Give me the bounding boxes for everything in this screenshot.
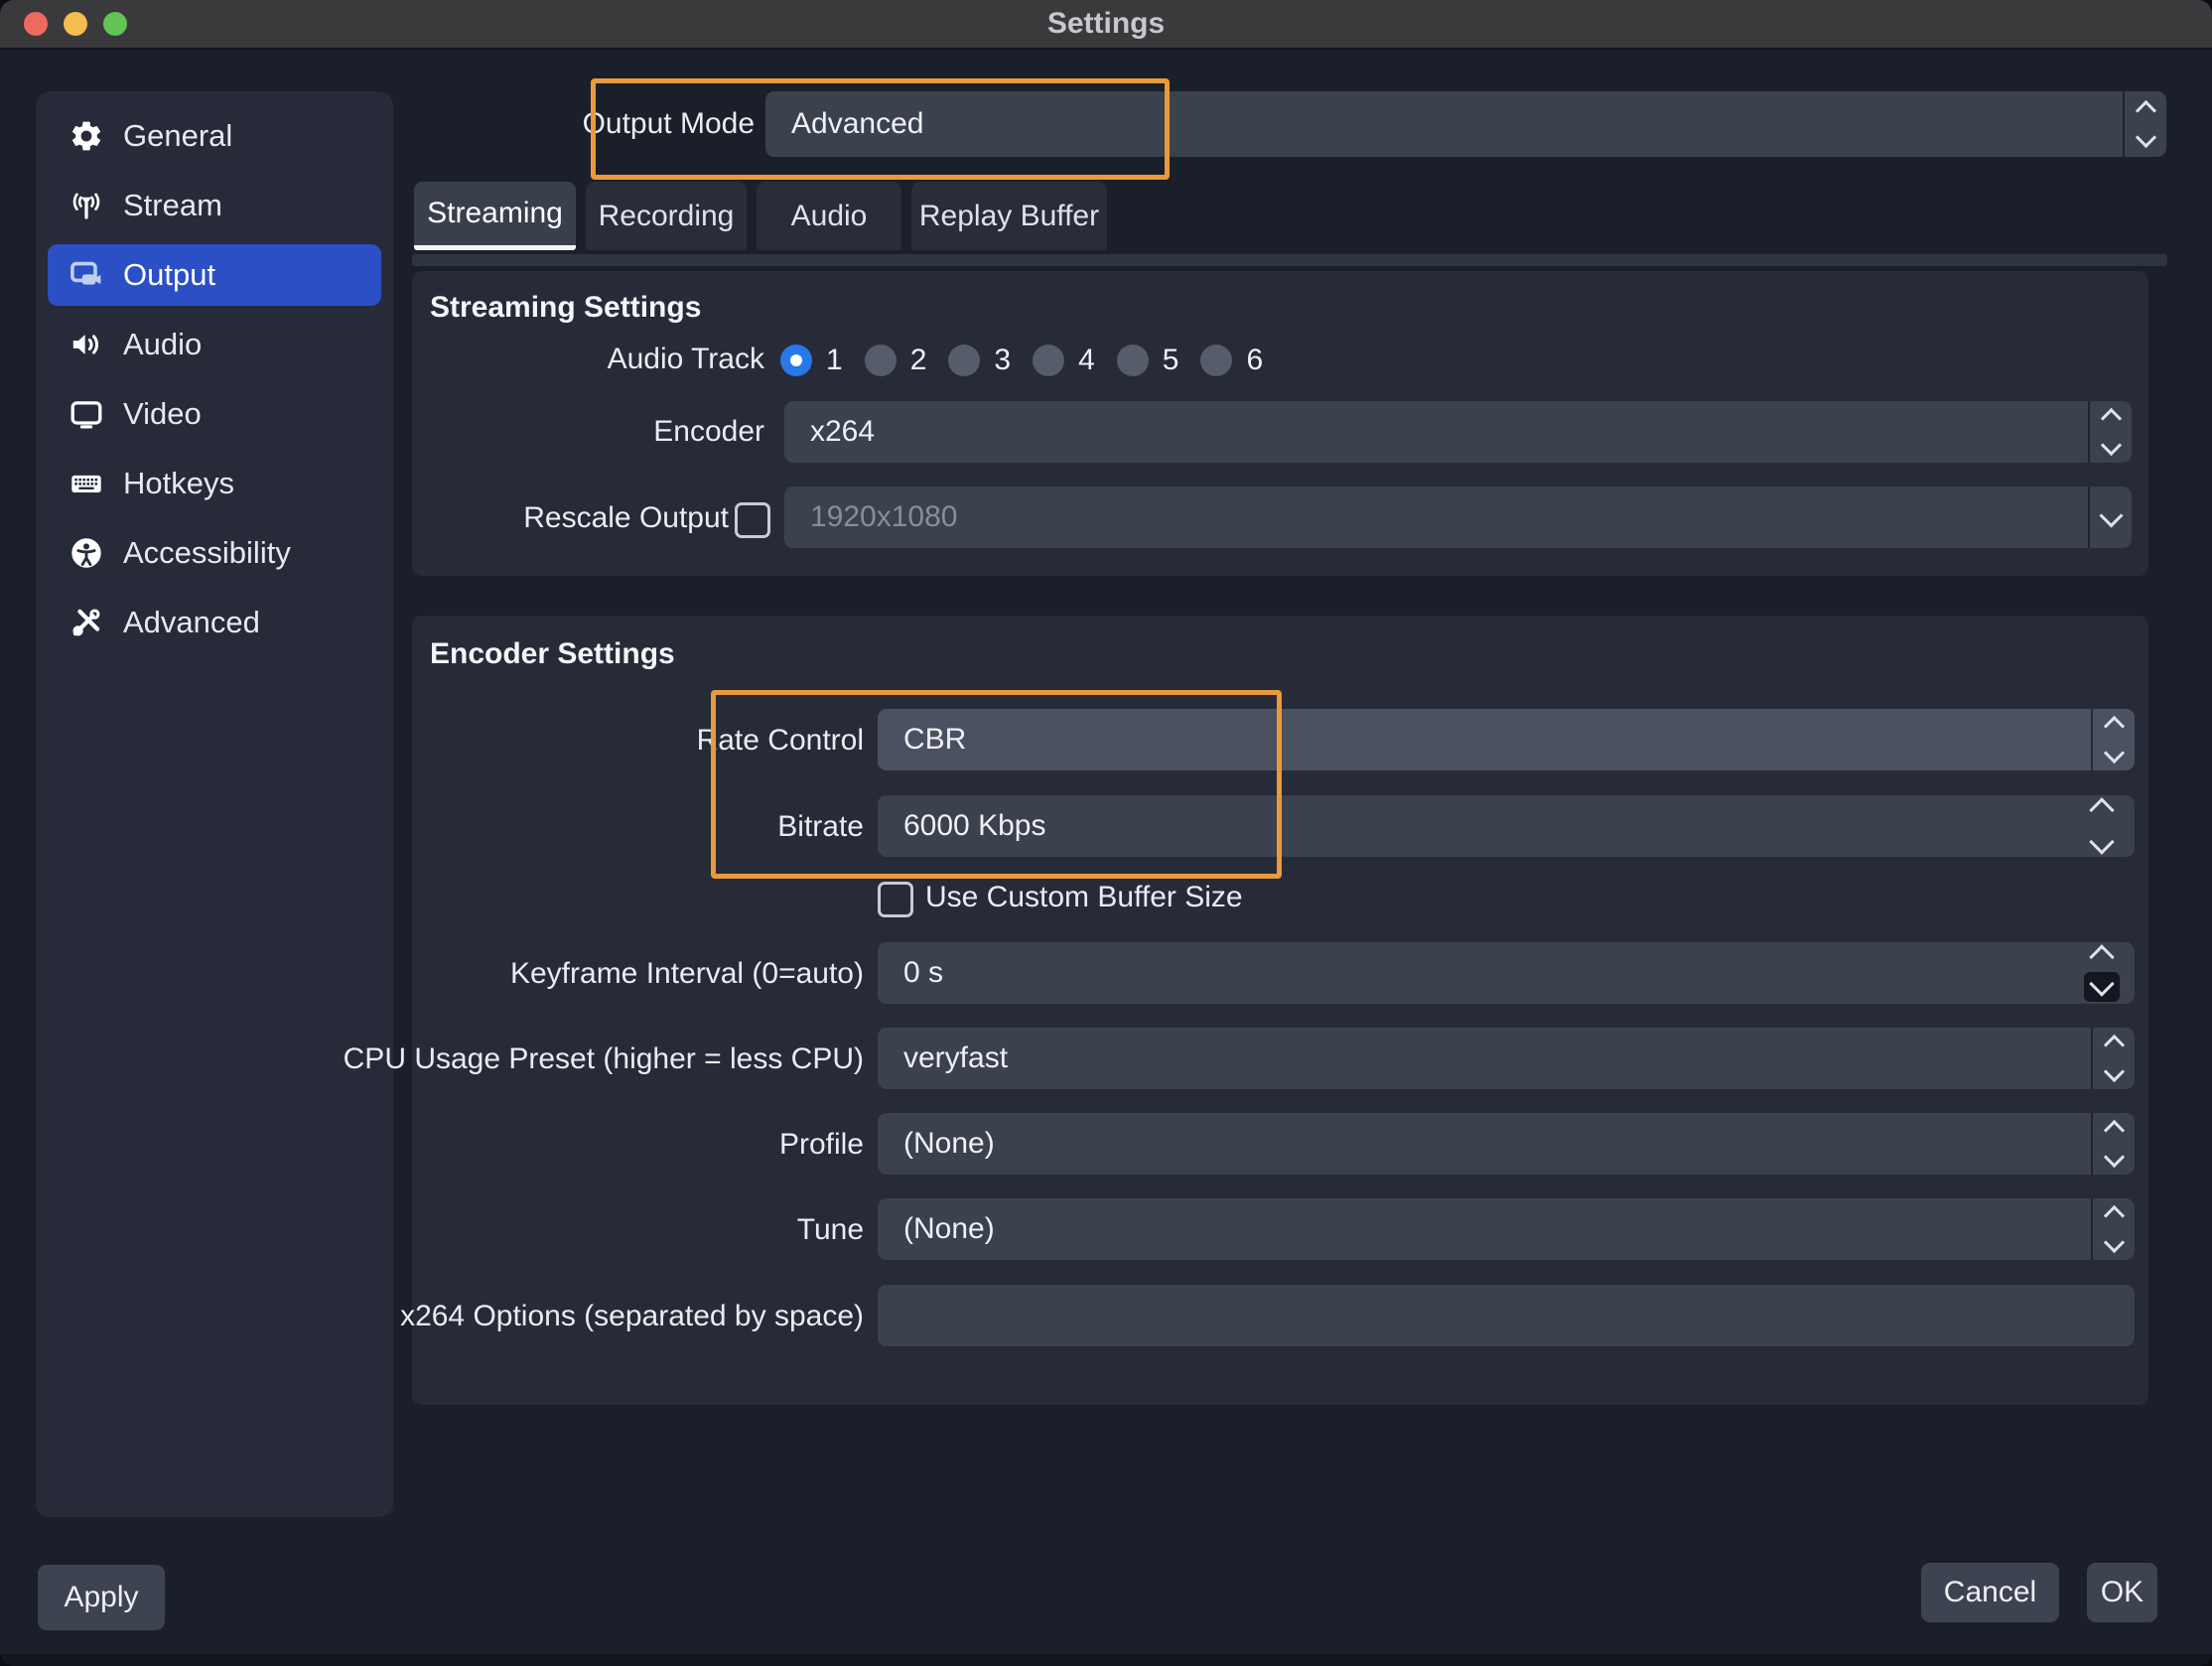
- profile-label: Profile: [298, 1127, 864, 1163]
- sidebar-item-video[interactable]: Video: [48, 383, 381, 445]
- use-custom-buffer-size-label: Use Custom Buffer Size: [925, 880, 1521, 915]
- chevron-updown-icon: [2088, 401, 2132, 463]
- bitrate-spinner[interactable]: 6000 Kbps: [878, 795, 2135, 857]
- rate-control-select[interactable]: CBR: [878, 709, 2135, 770]
- sidebar-item-label: Stream: [123, 188, 222, 223]
- sidebar-item-audio[interactable]: Audio: [48, 314, 381, 375]
- audio-track-1[interactable]: 1: [780, 344, 843, 377]
- audio-track-2[interactable]: 2: [865, 344, 927, 377]
- radio-icon: [1033, 345, 1064, 376]
- tab-divider: [412, 254, 2167, 266]
- sidebar-item-hotkeys[interactable]: Hotkeys: [48, 453, 381, 514]
- rescale-output-select[interactable]: 1920x1080: [784, 486, 2132, 548]
- window-title: Settings: [0, 0, 2212, 48]
- audio-track-label: Audio Track: [437, 342, 764, 377]
- x264-options-input[interactable]: [878, 1285, 2135, 1346]
- keyframe-interval-label: Keyframe Interval (0=auto): [298, 956, 864, 992]
- sidebar-item-label: Hotkeys: [123, 466, 234, 501]
- rescale-output-value: 1920x1080: [810, 486, 957, 548]
- tune-select[interactable]: (None): [878, 1198, 2135, 1260]
- encoder-select[interactable]: x264: [784, 401, 2132, 463]
- cpu-usage-preset-select[interactable]: veryfast: [878, 1028, 2135, 1089]
- cpu-usage-preset-value: veryfast: [903, 1028, 1008, 1089]
- cpu-usage-preset-label: CPU Usage Preset (higher = less CPU): [298, 1041, 864, 1077]
- radio-selected-icon: [780, 345, 812, 376]
- tune-label: Tune: [298, 1212, 864, 1248]
- tools-icon: [68, 604, 105, 641]
- tab-streaming[interactable]: Streaming: [414, 182, 576, 250]
- chevron-updown-icon: [2091, 1028, 2135, 1089]
- keyframe-interval-value: 0 s: [903, 942, 943, 1004]
- audio-track-6[interactable]: 6: [1200, 344, 1263, 377]
- tab-replay-buffer[interactable]: Replay Buffer: [911, 182, 1107, 250]
- sidebar-item-general[interactable]: General: [48, 105, 381, 167]
- sidebar-item-label: Output: [123, 257, 215, 293]
- chevron-down-icon: [2088, 486, 2132, 548]
- sidebar-item-label: Accessibility: [123, 535, 291, 571]
- profile-select[interactable]: (None): [878, 1113, 2135, 1175]
- tab-recording[interactable]: Recording: [586, 182, 747, 250]
- rescale-output-label: Rescale Output: [401, 500, 729, 536]
- tune-value: (None): [903, 1198, 995, 1260]
- chevron-updown-icon: [2091, 709, 2135, 770]
- radio-icon: [948, 345, 980, 376]
- x264-options-label: x264 Options (separated by space): [298, 1299, 864, 1334]
- streaming-settings-title: Streaming Settings: [430, 291, 701, 325]
- radio-icon: [865, 345, 897, 376]
- chevron-updown-icon: [2091, 1113, 2135, 1175]
- sidebar-item-label: General: [123, 118, 232, 154]
- spinner-arrows-icon: [2079, 795, 2125, 857]
- keyframe-interval-spinner[interactable]: 0 s: [878, 942, 2135, 1004]
- settings-window: Settings General Stream: [0, 0, 2212, 1666]
- rate-control-value: CBR: [903, 709, 966, 770]
- audio-track-4[interactable]: 4: [1033, 344, 1095, 377]
- sidebar-item-label: Audio: [123, 327, 202, 362]
- sidebar-item-stream[interactable]: Stream: [48, 175, 381, 236]
- profile-value: (None): [903, 1113, 995, 1175]
- output-icon: [68, 256, 105, 294]
- sidebar-item-output[interactable]: Output: [48, 244, 381, 306]
- output-mode-label: Output Mode: [427, 106, 755, 142]
- speaker-icon: [68, 326, 105, 363]
- output-mode-value: Advanced: [791, 91, 923, 157]
- chevron-updown-icon: [2091, 1198, 2135, 1260]
- accessibility-icon: [68, 534, 105, 572]
- cancel-button[interactable]: Cancel: [1921, 1563, 2059, 1622]
- sidebar-item-accessibility[interactable]: Accessibility: [48, 522, 381, 584]
- bitrate-value: 6000 Kbps: [903, 795, 1045, 857]
- encoder-label: Encoder: [437, 414, 764, 450]
- rate-control-label: Rate Control: [298, 723, 864, 759]
- gear-icon: [68, 117, 105, 155]
- spinner-arrows-icon: [2079, 942, 2125, 1004]
- radio-icon: [1200, 345, 1232, 376]
- chevron-updown-icon: [2123, 91, 2166, 157]
- use-custom-buffer-size-checkbox[interactable]: [878, 882, 913, 917]
- sidebar-item-advanced[interactable]: Advanced: [48, 592, 381, 653]
- keyboard-icon: [68, 465, 105, 502]
- rescale-output-checkbox[interactable]: [735, 502, 770, 538]
- encoder-value: x264: [810, 401, 875, 463]
- bitrate-label: Bitrate: [298, 809, 864, 845]
- sidebar-item-label: Video: [123, 396, 202, 432]
- broadcast-icon: [68, 187, 105, 224]
- audio-track-5[interactable]: 5: [1117, 344, 1179, 377]
- spinner-down-pressed[interactable]: [2084, 972, 2120, 1002]
- sidebar-item-label: Advanced: [123, 605, 260, 640]
- apply-button[interactable]: Apply: [38, 1565, 165, 1630]
- window-bottom-edge: [0, 1654, 2212, 1666]
- display-icon: [68, 395, 105, 433]
- radio-icon: [1117, 345, 1149, 376]
- ok-button[interactable]: OK: [2087, 1563, 2157, 1622]
- audio-track-radios: 1 2 3 4 5 6: [780, 344, 1285, 377]
- encoder-settings-title: Encoder Settings: [430, 637, 675, 671]
- audio-track-3[interactable]: 3: [948, 344, 1011, 377]
- output-mode-select[interactable]: Advanced: [765, 91, 2166, 157]
- titlebar: Settings: [0, 0, 2212, 50]
- tab-audio[interactable]: Audio: [757, 182, 901, 250]
